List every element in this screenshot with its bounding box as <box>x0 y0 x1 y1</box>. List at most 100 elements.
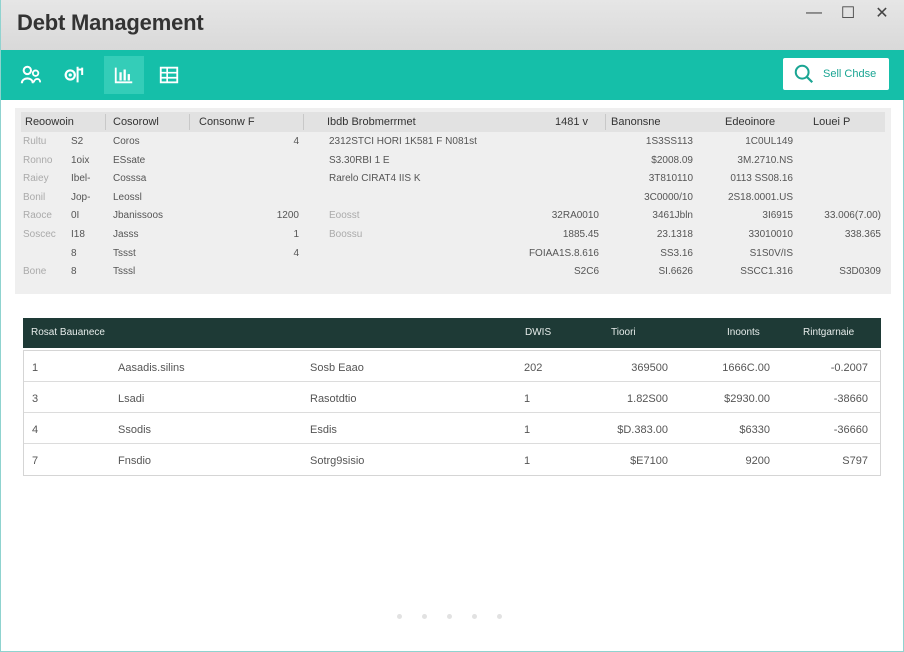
detail-cell: -0.2007 <box>830 362 868 374</box>
detail-cell: 4 <box>32 424 39 436</box>
summary-cell: 1S3SS113 <box>645 136 693 147</box>
detail-header-cell[interactable]: Rosat Bauanece <box>31 327 105 338</box>
detail-cell: Lsadi <box>118 393 145 405</box>
people-icon <box>20 65 42 84</box>
summary-cell: Raiey <box>23 173 49 185</box>
summary-header-cell[interactable]: Louei P <box>813 116 850 128</box>
summary-cell: Tsssl <box>113 266 136 278</box>
page-dot[interactable] <box>422 614 427 619</box>
detail-cell: 1 <box>32 362 39 374</box>
summary-cell: I18 <box>71 229 85 240</box>
page-dot[interactable] <box>497 614 502 619</box>
detail-cell: -38660 <box>833 393 868 405</box>
summary-header-cell[interactable]: Ibdb Brobmerrmet <box>327 116 416 128</box>
detail-table-body: 1 Aasadis.silins Sosb Eaao 202 369500 1666C.0… <box>23 350 881 476</box>
detail-table-header: Rosat Bauanece DWIS Tioori Inoonts Rintg… <box>23 318 881 348</box>
detail-row[interactable]: 3 Lsadi Rasotdtio 1 1.82S00 $2930.00 -38660 <box>24 382 880 413</box>
summary-cell: S2 <box>71 136 84 147</box>
summary-cell: 2S18.0001.US <box>727 191 793 203</box>
detail-row[interactable]: 1 Aasadis.silins Sosb Eaao 202 369500 1666C.0… <box>24 351 880 382</box>
summary-row[interactable]: Ronno 1oix ESsate S3.30RBI 1 E $2008.09 3M.27… <box>21 153 885 171</box>
search-button-label: Sell Chdse <box>823 68 877 80</box>
summary-cell: S1S0V/IS <box>749 247 793 259</box>
chart-tool-button[interactable] <box>104 56 144 94</box>
people-tool-button[interactable] <box>11 56 51 94</box>
summary-cell: 1oix <box>71 154 90 166</box>
summary-header-cell[interactable]: 1481 v <box>555 116 588 128</box>
chart-icon <box>114 67 133 84</box>
title-bar: Debt Management — ☐ ✕ <box>1 0 904 50</box>
page-indicator <box>397 614 502 619</box>
summary-header-cell[interactable]: Banonsne <box>611 116 661 128</box>
summary-table: Reoowoin Cosorowl Consonw F Ibdb Brobmer… <box>15 108 891 294</box>
column-divider <box>189 114 190 130</box>
summary-row[interactable]: Rultu S2 Coros 4 2312STCI HORI 1K581 F N081s… <box>21 134 885 152</box>
summary-row[interactable]: Soscec I18 Jasss 1 Boossu 1885.45 23.1318 33010… <box>21 227 885 245</box>
page-dot[interactable] <box>472 614 477 619</box>
summary-cell: S3.30RBI 1 E <box>329 154 390 166</box>
summary-header-cell[interactable]: Cosorowl <box>113 116 159 128</box>
summary-cell: 1C0UL149 <box>745 136 793 147</box>
close-button[interactable]: ✕ <box>869 4 895 22</box>
summary-cell: Bone <box>23 266 47 278</box>
detail-header-cell[interactable]: Inoonts <box>727 327 760 338</box>
summary-cell: 3461Jbln <box>652 210 693 222</box>
detail-cell: 202 <box>524 362 543 374</box>
summary-cell: SSCC1.316 <box>740 266 793 278</box>
page-dot[interactable] <box>447 614 452 619</box>
maximize-button[interactable]: ☐ <box>835 4 861 22</box>
summary-cell: 33010010 <box>748 229 794 240</box>
summary-cell: FOIAA1S.8.616 <box>528 247 599 259</box>
summary-cell: Raoce <box>23 210 52 222</box>
summary-row[interactable]: Raoce 0I Jbanissoos 1200 Eoosst 32RA0010 3461J… <box>21 208 885 226</box>
detail-cell: Esdis <box>310 424 337 436</box>
detail-header-cell[interactable]: Rintgarnaie <box>803 327 854 338</box>
summary-header-cell[interactable]: Consonw F <box>199 116 255 128</box>
summary-cell: 32RA0010 <box>551 210 599 222</box>
detail-cell: 7 <box>32 455 39 467</box>
summary-cell: Rarelo CIRAT4 IIS K <box>329 173 421 185</box>
summary-cell: 3M.2710.NS <box>737 154 793 166</box>
minimize-button[interactable]: — <box>801 4 827 22</box>
summary-cell: 3C0000/10 <box>644 191 693 203</box>
window-controls: — ☐ ✕ <box>801 4 895 22</box>
summary-cell: Eoosst <box>329 210 360 222</box>
summary-row[interactable]: Bonil Jop- Leossl 3C0000/10 2S18.0001.US <box>21 190 885 208</box>
summary-cell: 1885.45 <box>562 229 599 240</box>
detail-header-cell[interactable]: Tioori <box>611 327 636 338</box>
summary-cell: 4 <box>293 136 299 147</box>
summary-cell: 0I <box>71 210 80 222</box>
column-divider <box>105 114 106 130</box>
summary-cell: 1200 <box>276 210 299 222</box>
detail-header-cell[interactable]: DWIS <box>525 327 551 338</box>
detail-row[interactable]: 7 Fnsdio Sotrg9sisio 1 $E7100 9200 S797 <box>24 444 880 475</box>
summary-cell: 338.365 <box>844 229 881 240</box>
summary-cell: Boossu <box>329 229 363 240</box>
summary-header-cell[interactable]: Reoowoin <box>25 116 74 128</box>
detail-cell: Rasotdtio <box>310 393 357 405</box>
settings-tool-button[interactable] <box>53 56 93 94</box>
summary-row[interactable]: Bone 8 Tsssl S2C6 SI.6626 SSCC1.316 S3D0309 <box>21 264 885 282</box>
summary-cell: ESsate <box>113 154 146 166</box>
summary-cell: Rultu <box>23 136 47 147</box>
summary-cell: SS3.16 <box>660 247 693 259</box>
summary-header-cell[interactable]: Edeoinore <box>725 116 775 128</box>
search-button[interactable]: Sell Chdse <box>783 58 889 90</box>
detail-cell: 1 <box>524 393 531 405</box>
grid-tool-button[interactable] <box>149 56 189 94</box>
detail-cell: Aasadis.silins <box>118 362 185 374</box>
summary-row[interactable]: Raiey Ibel- Cosssa Rarelo CIRAT4 IIS K 3T810… <box>21 171 885 189</box>
summary-cell: $2008.09 <box>651 154 693 166</box>
settings-icon <box>64 66 84 83</box>
summary-cell: S3D0309 <box>839 266 881 278</box>
detail-cell: $D.383.00 <box>617 424 668 436</box>
detail-cell: 3 <box>32 393 39 405</box>
summary-row[interactable]: 8 Tssst 4 FOIAA1S.8.616 SS3.16 S1S0V/IS <box>21 246 885 264</box>
detail-cell: 369500 <box>631 362 668 374</box>
summary-cell: Tssst <box>113 247 136 259</box>
window-title: Debt Management <box>17 10 204 35</box>
detail-row[interactable]: 4 Ssodis Esdis 1 $D.383.00 $6330 -36660 <box>24 413 880 444</box>
app-window: Debt Management — ☐ ✕ Sell Chdse Reoowoi… <box>0 0 904 652</box>
page-dot[interactable] <box>397 614 402 619</box>
detail-cell: $6330 <box>739 424 770 436</box>
